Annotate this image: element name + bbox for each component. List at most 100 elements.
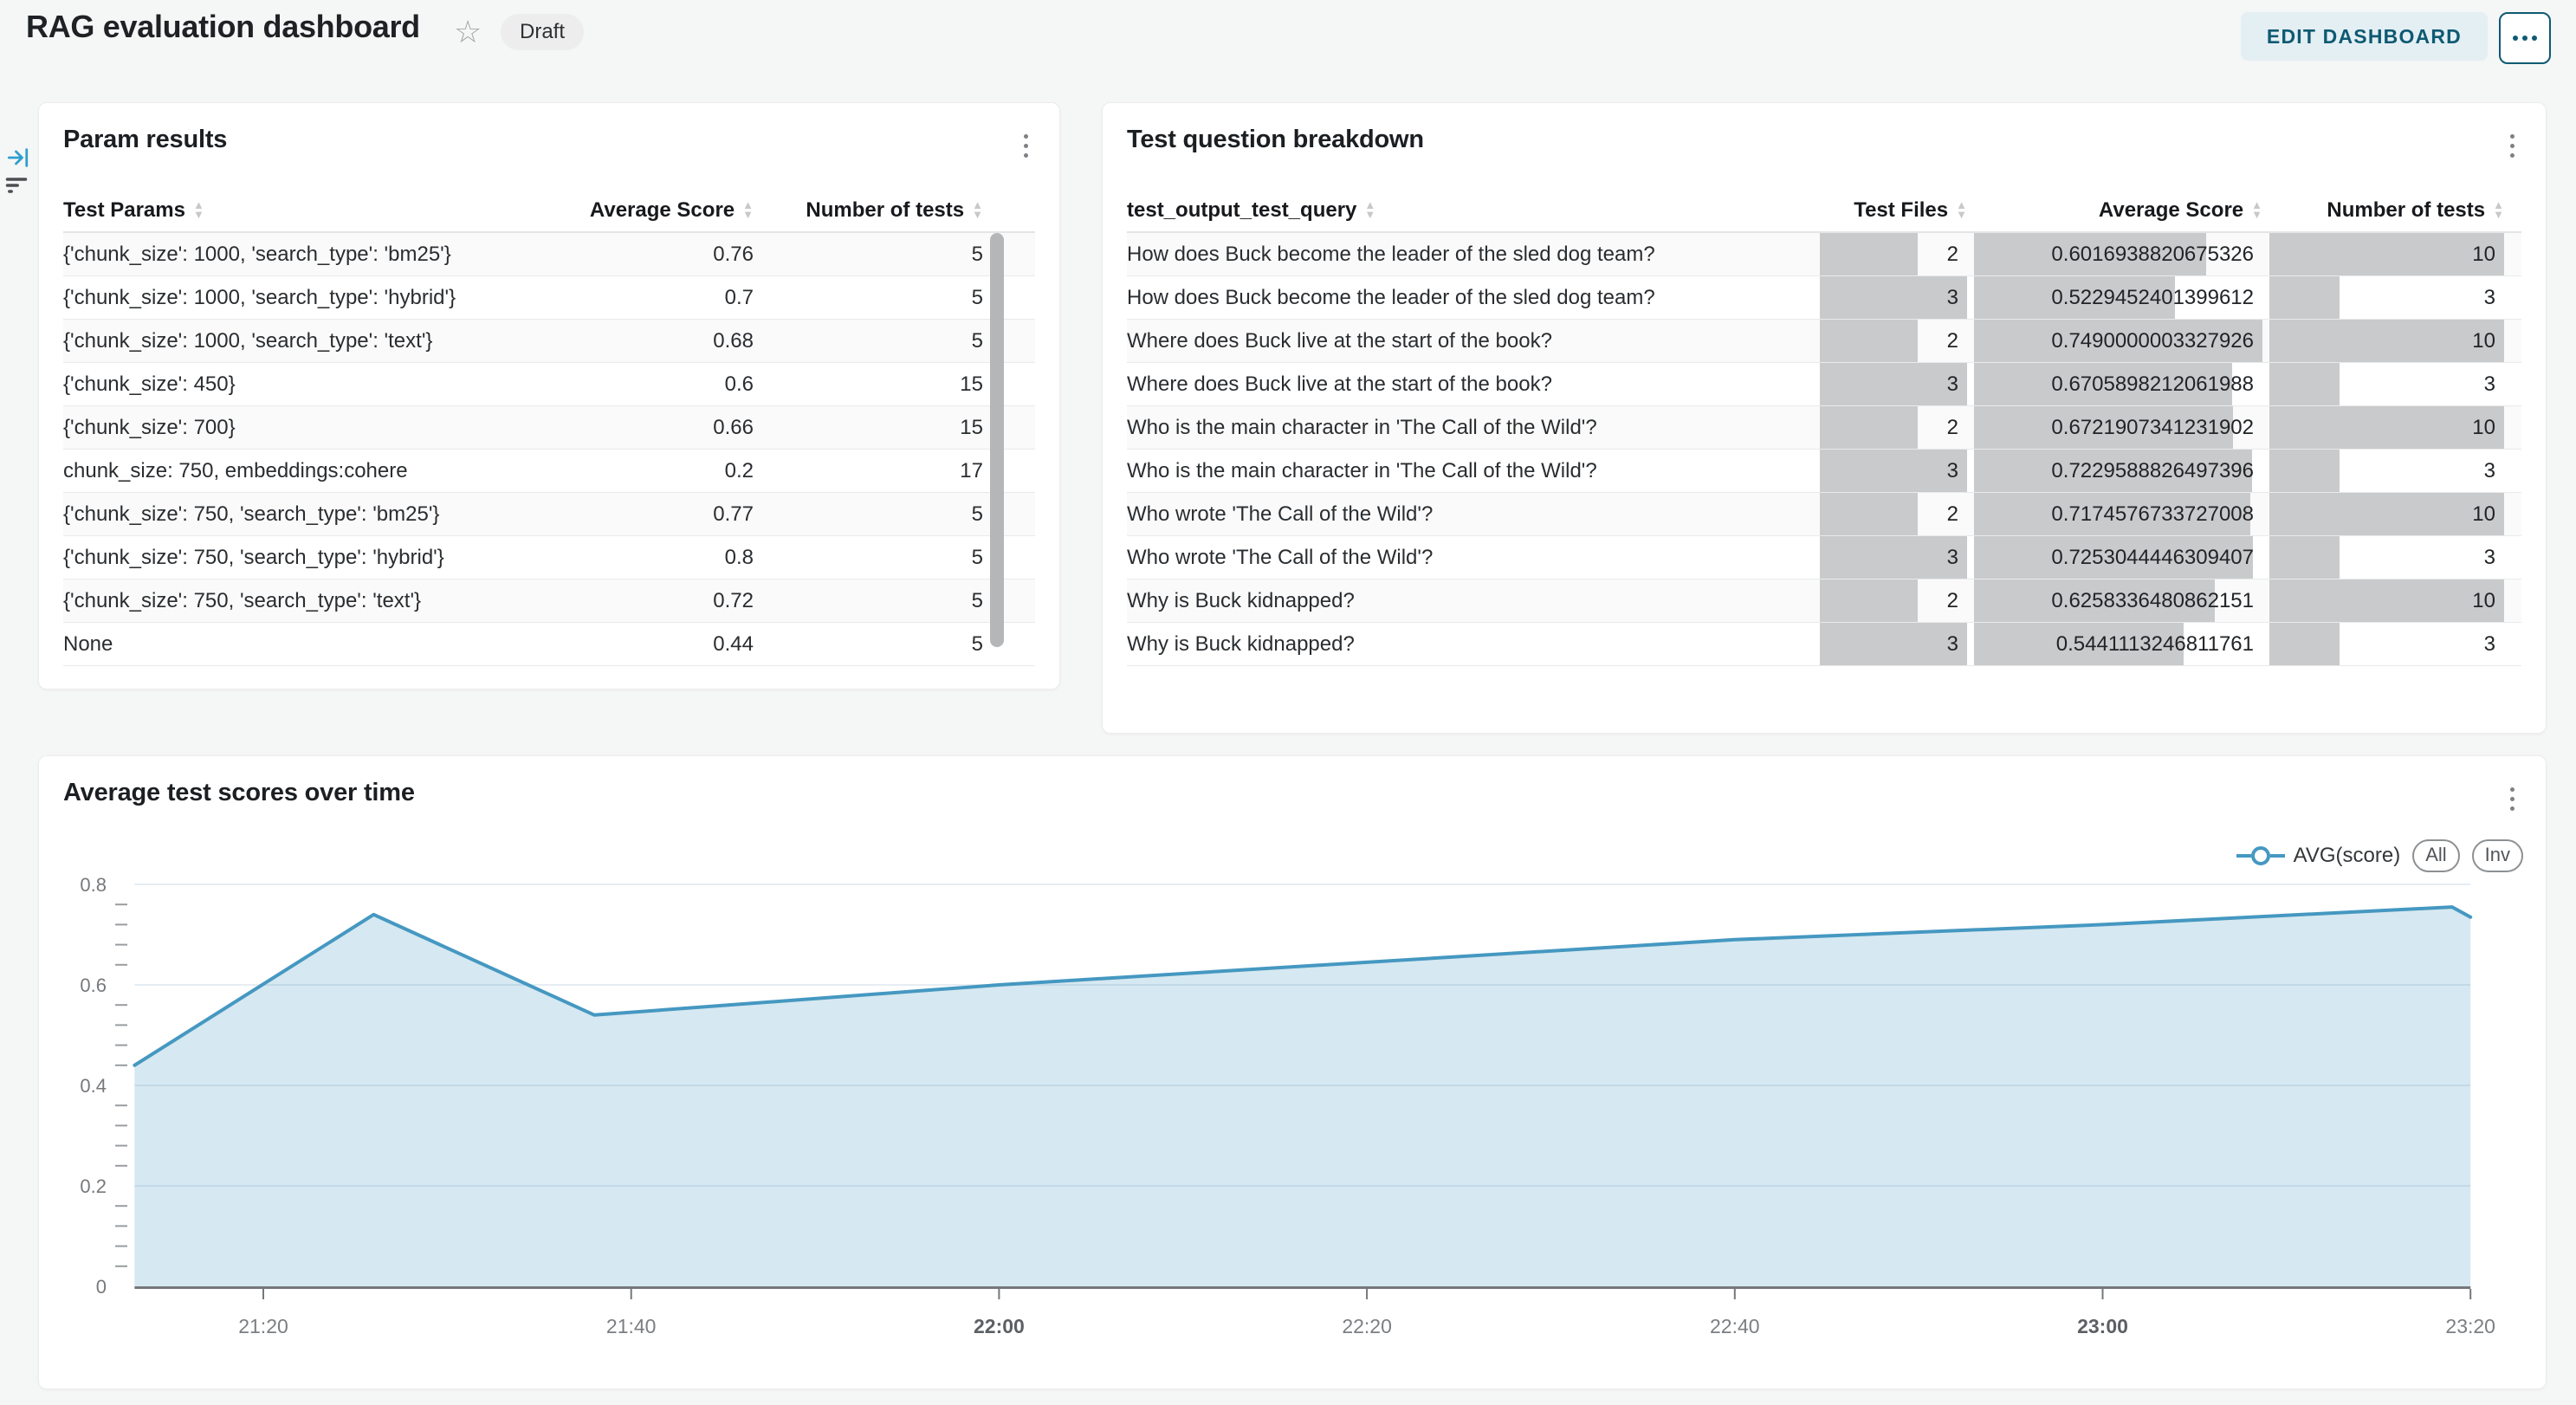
table-cell: 0.2 bbox=[520, 450, 754, 492]
query-cell: Who is the main character in 'The Call o… bbox=[1127, 406, 1813, 449]
table-row: {'chunk_size': 750, 'search_type': 'text… bbox=[63, 579, 1035, 623]
svg-text:0.8: 0.8 bbox=[80, 874, 107, 896]
favorite-star-icon[interactable]: ☆ bbox=[454, 14, 482, 50]
column-header-test-query[interactable]: test_output_test_query ▲▼ bbox=[1127, 198, 1813, 223]
table-row: {'chunk_size': 1000, 'search_type': 'bm2… bbox=[63, 233, 1035, 276]
column-header-average-score[interactable]: Average Score ▲▼ bbox=[520, 198, 754, 223]
sort-icon: ▲▼ bbox=[972, 201, 983, 220]
bar-cell: 3 bbox=[1820, 276, 1967, 319]
cell-value: 0.7253044446309407 bbox=[2051, 536, 2254, 579]
query-cell: Where does Buck live at the start of the… bbox=[1127, 363, 1813, 405]
table-cell: 5 bbox=[754, 233, 983, 275]
bar-cell: 0.7174576733727008 bbox=[1974, 493, 2262, 535]
svg-text:21:20: 21:20 bbox=[238, 1315, 288, 1337]
cell-value: 10 bbox=[2472, 406, 2495, 449]
data-bar bbox=[1820, 276, 1967, 319]
column-header-number-of-tests[interactable]: Number of tests ▲▼ bbox=[754, 198, 983, 223]
question-breakdown-card: Test question breakdown test_output_test… bbox=[1102, 102, 2547, 734]
column-header-average-score[interactable]: Average Score ▲▼ bbox=[1974, 198, 2262, 223]
query-cell: How does Buck become the leader of the s… bbox=[1127, 276, 1813, 319]
table-cell: 0.8 bbox=[520, 536, 754, 579]
bar-cell: 0.6705898212061988 bbox=[1974, 363, 2262, 405]
more-options-button[interactable] bbox=[2499, 12, 2551, 64]
svg-text:23:00: 23:00 bbox=[2077, 1315, 2128, 1337]
bar-cell: 3 bbox=[1820, 363, 1967, 405]
table-cell: 5 bbox=[754, 320, 983, 362]
svg-text:22:00: 22:00 bbox=[974, 1315, 1025, 1337]
cell-value: 0.5229452401399612 bbox=[2051, 276, 2254, 319]
edit-dashboard-button[interactable]: EDIT DASHBOARD bbox=[2241, 12, 2488, 61]
table-cell: 0.76 bbox=[520, 233, 754, 275]
bar-cell: 3 bbox=[2269, 623, 2504, 665]
filter-icon[interactable] bbox=[4, 173, 29, 202]
table-cell: 5 bbox=[754, 579, 983, 622]
cell-value: 3 bbox=[1947, 450, 1958, 492]
bar-cell: 0.6721907341231902 bbox=[1974, 406, 2262, 449]
table-cell: 5 bbox=[754, 276, 983, 319]
bar-cell: 0.7253044446309407 bbox=[1974, 536, 2262, 579]
cell-value: 3 bbox=[2484, 450, 2495, 492]
svg-text:0: 0 bbox=[96, 1276, 107, 1298]
table-cell: {'chunk_size': 450} bbox=[63, 363, 520, 405]
table-header-row: test_output_test_query ▲▼ Test Files ▲▼ … bbox=[1127, 190, 2521, 233]
sort-icon: ▲▼ bbox=[1364, 201, 1375, 220]
svg-text:22:20: 22:20 bbox=[1342, 1315, 1392, 1337]
data-bar bbox=[1820, 579, 1918, 622]
card-menu-kebab-icon[interactable] bbox=[2495, 780, 2528, 817]
cell-value: 3 bbox=[1947, 276, 1958, 319]
column-header-number-of-tests[interactable]: Number of tests ▲▼ bbox=[2269, 198, 2504, 223]
cell-value: 3 bbox=[2484, 536, 2495, 579]
table-cell: {'chunk_size': 700} bbox=[63, 406, 520, 449]
data-bar bbox=[2269, 450, 2340, 492]
table-row: Who is the main character in 'The Call o… bbox=[1127, 406, 2521, 450]
cell-value: 2 bbox=[1947, 320, 1958, 362]
table-row: {'chunk_size': 1000, 'search_type': 'tex… bbox=[63, 320, 1035, 363]
bar-cell: 2 bbox=[1820, 406, 1967, 449]
cell-value: 10 bbox=[2472, 233, 2495, 275]
cell-value: 0.6705898212061988 bbox=[2051, 363, 2254, 405]
svg-text:0.4: 0.4 bbox=[80, 1075, 107, 1097]
table-cell: {'chunk_size': 1000, 'search_type': 'bm2… bbox=[63, 233, 520, 275]
table-cell: 0.68 bbox=[520, 320, 754, 362]
cell-value: 3 bbox=[1947, 536, 1958, 579]
line-chart: 00.20.40.60.821:2021:4022:0022:2022:4023… bbox=[53, 858, 2521, 1369]
bar-cell: 0.6016938820675326 bbox=[1974, 233, 2262, 275]
table-row: {'chunk_size': 450}0.615 bbox=[63, 363, 1035, 406]
table-row: chunk_size: 750, embeddings:cohere0.217 bbox=[63, 450, 1035, 493]
column-header-test-params[interactable]: Test Params ▲▼ bbox=[63, 198, 520, 223]
table-row: Who wrote 'The Call of the Wild'?2 0.7174… bbox=[1127, 493, 2521, 536]
cell-value: 3 bbox=[2484, 623, 2495, 665]
table-cell: 0.44 bbox=[520, 623, 754, 665]
table-cell: 5 bbox=[754, 536, 983, 579]
table-row: How does Buck become the leader of the s… bbox=[1127, 276, 2521, 320]
table-row: Why is Buck kidnapped?20.625833648086215… bbox=[1127, 579, 2521, 623]
query-cell: Who wrote 'The Call of the Wild'? bbox=[1127, 493, 1813, 535]
expand-panel-icon[interactable] bbox=[7, 146, 31, 174]
sort-icon: ▲▼ bbox=[742, 201, 754, 220]
table-scrollbar[interactable] bbox=[990, 233, 1004, 647]
bar-cell: 0.5441113246811761 bbox=[1974, 623, 2262, 665]
card-title: Test question breakdown bbox=[1127, 126, 1424, 154]
card-menu-kebab-icon[interactable] bbox=[1009, 127, 1042, 164]
table-row: Who is the main character in 'The Call o… bbox=[1127, 450, 2521, 493]
bar-cell: 0.7229588826497396 bbox=[1974, 450, 2262, 492]
cell-value: 0.7174576733727008 bbox=[2051, 493, 2254, 535]
data-bar bbox=[2269, 276, 2340, 319]
table-cell: 5 bbox=[754, 493, 983, 535]
bar-cell: 3 bbox=[2269, 276, 2504, 319]
card-title: Param results bbox=[63, 126, 227, 154]
column-header-test-files[interactable]: Test Files ▲▼ bbox=[1820, 198, 1967, 223]
table-row: Who wrote 'The Call of the Wild'?30.7253… bbox=[1127, 536, 2521, 579]
card-menu-kebab-icon[interactable] bbox=[2495, 127, 2528, 164]
chart-title: Average test scores over time bbox=[63, 779, 415, 807]
sort-icon: ▲▼ bbox=[2493, 201, 2504, 220]
cell-value: 3 bbox=[2484, 276, 2495, 319]
table-row: {'chunk_size': 750, 'search_type': 'hybr… bbox=[63, 536, 1035, 579]
table-cell: 0.72 bbox=[520, 579, 754, 622]
bar-cell: 2 bbox=[1820, 493, 1967, 535]
data-bar bbox=[1820, 406, 1918, 449]
query-cell: Who is the main character in 'The Call o… bbox=[1127, 450, 1813, 492]
param-results-card: Param results Test Params ▲▼ Average Sco… bbox=[38, 102, 1060, 690]
data-bar bbox=[1820, 320, 1918, 362]
query-cell: Why is Buck kidnapped? bbox=[1127, 623, 1813, 665]
